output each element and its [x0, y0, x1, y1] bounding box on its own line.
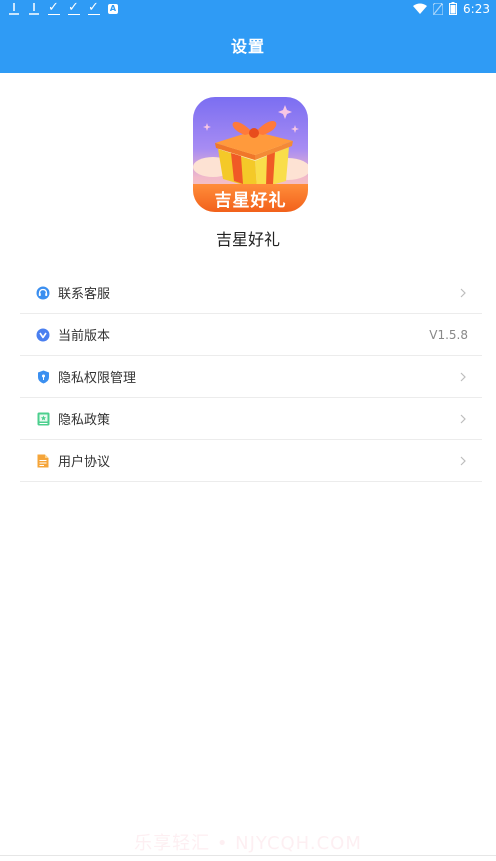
version-value: V1.5.8	[429, 327, 468, 342]
menu-label: 当前版本	[58, 329, 111, 344]
menu-item-privacy-policy[interactable]: 隐私政策	[20, 398, 482, 440]
download-icon	[28, 2, 40, 15]
menu-label: 联系客服	[58, 287, 111, 302]
logo-text: 吉星好礼	[193, 184, 308, 212]
menu-item-customer-service[interactable]: 联系客服	[20, 272, 482, 314]
wifi-icon	[413, 3, 428, 14]
check-icon	[48, 0, 60, 15]
customer-service-icon	[36, 286, 50, 300]
version-icon	[36, 328, 50, 342]
menu-label: 隐私政策	[58, 413, 111, 428]
chevron-right-icon	[460, 456, 466, 465]
app-logo: 吉星好礼	[193, 97, 308, 212]
shield-icon	[36, 370, 50, 384]
page-title: 设置	[230, 37, 265, 56]
chevron-right-icon	[460, 288, 466, 297]
settings-menu: 联系客服 当前版本 V1.5.8 隐私权限管理 隐私政策 用户协议	[20, 272, 482, 482]
check-icon	[88, 0, 100, 15]
app-name: 吉星好礼	[215, 230, 280, 249]
divider	[0, 855, 496, 856]
menu-label: 隐私权限管理	[58, 371, 137, 386]
chevron-right-icon	[460, 372, 466, 381]
check-icon	[68, 0, 80, 15]
menu-item-user-agreement[interactable]: 用户协议	[20, 440, 482, 482]
system-icons: 6:23	[413, 2, 490, 16]
menu-label: 用户协议	[58, 455, 111, 470]
battery-icon	[449, 2, 458, 15]
watermark: 乐享轻汇 • NJYCQH.COM	[134, 833, 362, 854]
menu-item-version[interactable]: 当前版本 V1.5.8	[20, 314, 482, 356]
policy-icon	[36, 412, 50, 426]
status-bar: A 6:23	[0, 0, 496, 17]
sim-icon	[433, 2, 444, 15]
notification-icons: A	[8, 0, 118, 15]
download-icon	[8, 2, 20, 15]
title-bar: 设置	[0, 17, 496, 73]
chevron-right-icon	[460, 414, 466, 423]
a-icon: A	[108, 3, 118, 14]
agreement-icon	[36, 454, 50, 468]
menu-item-privacy-permissions[interactable]: 隐私权限管理	[20, 356, 482, 398]
status-time: 6:23	[463, 1, 490, 16]
